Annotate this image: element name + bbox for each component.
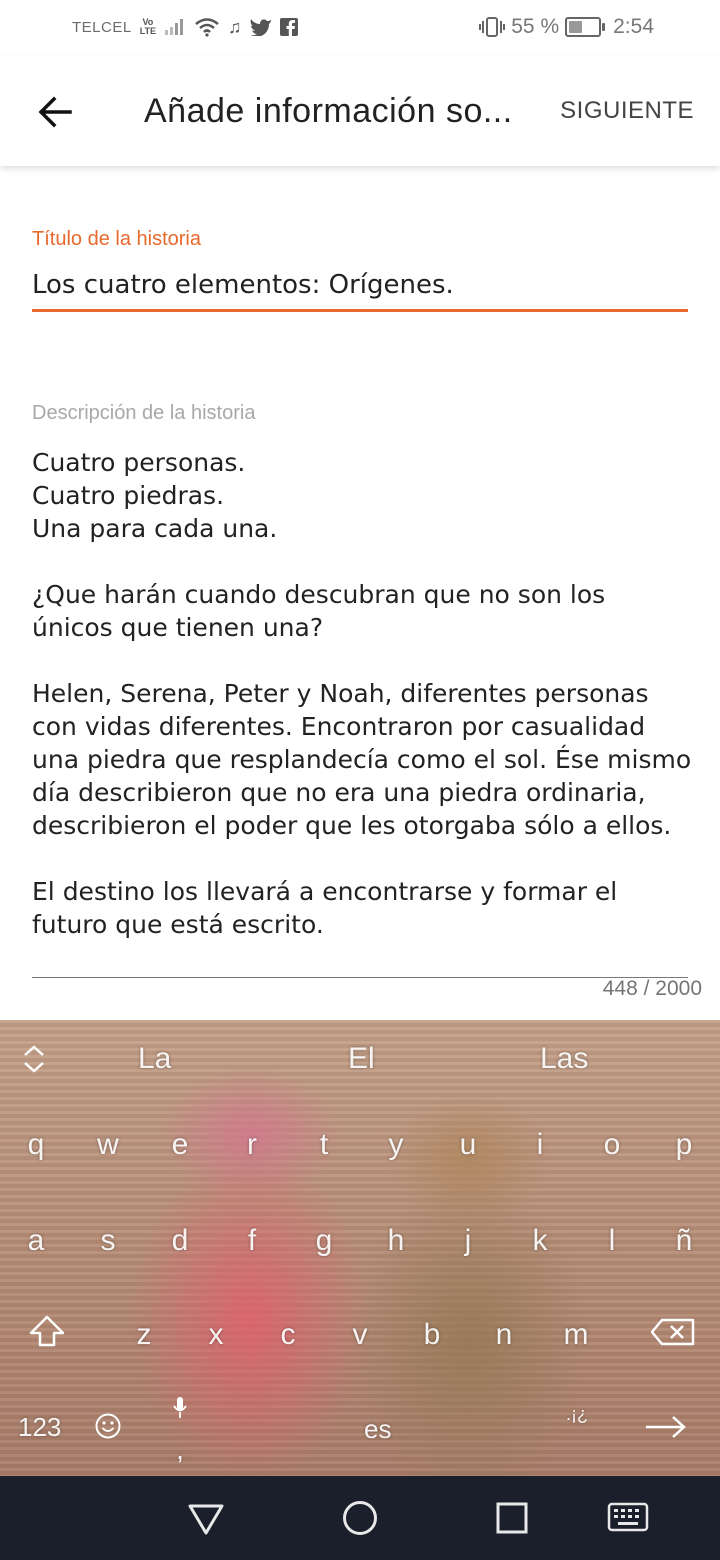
comma-key[interactable]: , [172,1434,188,1466]
title-underline [32,309,688,312]
suggestion-1[interactable]: La [138,1042,171,1076]
back-arrow-icon[interactable] [36,92,76,132]
system-nav-bar [0,1476,720,1560]
volte-badge: Vo LTE [140,18,156,36]
emoji-icon[interactable] [94,1412,122,1440]
volte-badge-bottom: LTE [139,26,157,36]
key-row1-6[interactable]: u [448,1128,488,1162]
status-left: TELCEL Vo LTE ♫ [72,17,298,37]
nav-home-icon[interactable] [338,1496,382,1540]
key-row1-4[interactable]: t [304,1128,344,1162]
battery-percent: 55 % [511,15,560,38]
status-right: 55 % 2:54 [479,15,654,39]
key-row2-6[interactable]: j [448,1224,488,1258]
twitter-icon [249,19,271,36]
key-row1-2[interactable]: e [160,1128,200,1162]
key-row3-2[interactable]: c [268,1318,308,1352]
facebook-icon [279,18,298,36]
clock: 2:54 [613,15,654,38]
app-bar: Añade información so... SIGUIENTE [0,56,720,166]
expand-suggestions-icon[interactable] [22,1044,46,1074]
key-row1-5[interactable]: y [376,1128,416,1162]
key-row3-4[interactable]: b [412,1318,452,1352]
suggestion-3[interactable]: Las [540,1042,588,1076]
vibrate-icon [479,17,506,37]
key-row1-9[interactable]: p [664,1128,704,1162]
battery-icon [565,17,606,37]
nav-back-icon[interactable] [184,1496,228,1540]
key-row2-4[interactable]: g [304,1224,344,1258]
punctuation-key[interactable]: .¡¿ [566,1404,588,1425]
key-row1-0[interactable]: q [16,1128,56,1162]
key-row1-3[interactable]: r [232,1128,272,1162]
status-bar: TELCEL Vo LTE ♫ 55 % 2:54 [0,0,720,56]
key-row2-0[interactable]: a [16,1224,56,1258]
key-row3-1[interactable]: x [196,1318,236,1352]
character-counter: 448 / 2000 [602,977,702,1000]
microphone-icon[interactable] [172,1396,188,1420]
key-row3-5[interactable]: n [484,1318,524,1352]
carrier-name: TELCEL [72,18,132,36]
keyboard-switch-icon[interactable] [606,1496,650,1540]
key-row2-8[interactable]: l [592,1224,632,1258]
key-row2-5[interactable]: h [376,1224,416,1258]
shift-icon[interactable] [28,1314,66,1348]
key-row1-1[interactable]: w [88,1128,128,1162]
nav-recents-icon[interactable] [490,1496,534,1540]
key-row2-2[interactable]: d [160,1224,200,1258]
numbers-key[interactable]: 123 [18,1412,61,1443]
description-field-label: Descripción de la historia [32,402,256,424]
keyboard: La El Las qwertyuiop asdfghjklñ zxcvbnm … [0,1020,720,1476]
key-row2-1[interactable]: s [88,1224,128,1258]
suggestion-2[interactable]: El [348,1042,375,1076]
description-underline [32,977,688,978]
key-row2-9[interactable]: ñ [664,1224,704,1258]
space-key[interactable]: es [364,1414,391,1445]
title-field-label: Título de la historia [32,228,201,250]
signal-icon [165,19,184,35]
key-row1-8[interactable]: o [592,1128,632,1162]
key-row3-0[interactable]: z [124,1318,164,1352]
page-title: Añade información so... [144,92,513,130]
key-row2-7[interactable]: k [520,1224,560,1258]
key-row2-3[interactable]: f [232,1224,272,1258]
next-button[interactable]: SIGUIENTE [560,97,694,125]
story-title-input[interactable]: Los cuatro elementos: Orígenes. [32,270,454,300]
music-icon: ♫ [228,17,242,37]
wifi-icon [195,18,219,37]
backspace-icon[interactable] [650,1318,696,1346]
key-row3-6[interactable]: m [556,1318,596,1352]
key-row1-7[interactable]: i [520,1128,560,1162]
key-row3-3[interactable]: v [340,1318,380,1352]
battery-fill [569,21,583,33]
enter-arrow-icon[interactable] [644,1414,688,1440]
story-description-input[interactable]: Cuatro personas. Cuatro piedras. Una par… [32,446,692,941]
